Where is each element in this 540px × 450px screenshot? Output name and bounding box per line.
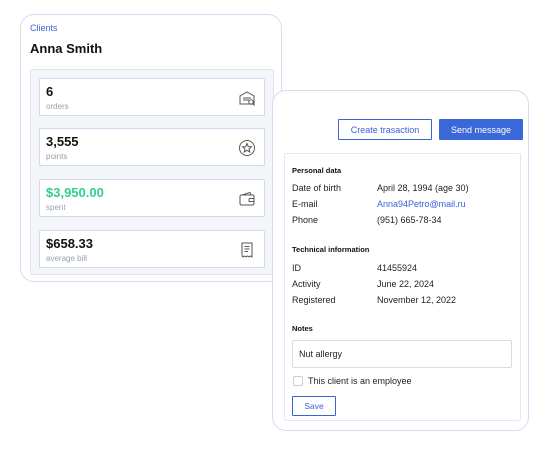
stat-average-bill: $658.33 average bill <box>39 230 265 268</box>
registered-value: November 12, 2022 <box>377 295 457 305</box>
stat-value: 6 <box>46 84 54 99</box>
field-label: ID <box>292 263 301 273</box>
client-summary-card: Clients Anna Smith 6 orders 3,555 points… <box>20 14 282 282</box>
email-link[interactable]: Anna94Petro@mail.ru <box>377 199 466 209</box>
star-badge-icon <box>239 140 255 156</box>
stats-panel: 6 orders 3,555 points $3,950.00 spent $6… <box>30 69 274 275</box>
receipt-icon <box>241 242 253 258</box>
details-panel: Personal data Date of birth April 28, 19… <box>284 153 521 421</box>
field-label: Phone <box>292 215 319 225</box>
section-title-personal: Personal data <box>292 166 342 175</box>
field-label: E-mail <box>292 199 318 209</box>
date-of-birth-value: April 28, 1994 (age 30) <box>377 183 469 193</box>
stat-caption: spent <box>46 203 66 212</box>
save-button[interactable]: Save <box>292 396 336 416</box>
employee-checkbox[interactable] <box>293 376 303 386</box>
create-transaction-button[interactable]: Create trasaction <box>338 119 432 140</box>
stat-points: 3,555 points <box>39 128 265 166</box>
section-title-technical: Technical information <box>292 245 370 254</box>
phone-value: (951) 665-78-34 <box>377 215 442 225</box>
wallet-icon <box>239 191 255 206</box>
stat-value: 3,555 <box>46 134 79 149</box>
stat-orders: 6 orders <box>39 78 265 116</box>
stat-spent: $3,950.00 spent <box>39 179 265 217</box>
orders-icon <box>239 91 255 106</box>
field-label: Activity <box>292 279 321 289</box>
stat-value: $658.33 <box>46 236 93 251</box>
activity-value: June 22, 2024 <box>377 279 435 289</box>
section-title-notes: Notes <box>292 324 313 333</box>
notes-field[interactable]: Nut allergy <box>292 340 512 368</box>
client-details-card: Create trasaction Send message Personal … <box>272 90 529 431</box>
stat-caption: orders <box>46 102 69 111</box>
field-label: Registered <box>292 295 336 305</box>
field-label: Date of birth <box>292 183 342 193</box>
stat-value: $3,950.00 <box>46 185 104 200</box>
breadcrumb-clients[interactable]: Clients <box>30 23 58 33</box>
id-value: 41455924 <box>377 263 418 273</box>
client-name: Anna Smith <box>30 41 103 56</box>
send-message-button[interactable]: Send message <box>439 119 523 140</box>
stat-caption: average bill <box>46 254 87 263</box>
employee-checkbox-label[interactable]: This client is an employee <box>308 376 412 386</box>
stat-caption: points <box>46 152 68 161</box>
